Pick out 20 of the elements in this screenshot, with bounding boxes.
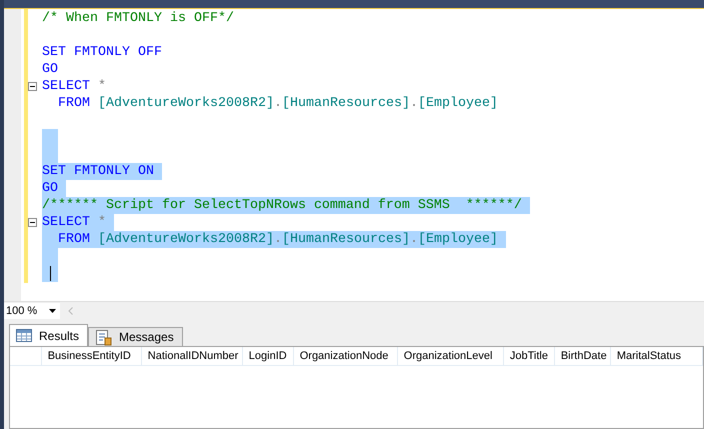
column-header[interactable]: LoginID [242, 347, 294, 365]
collapse-icon[interactable] [28, 82, 37, 91]
column-header[interactable]: BusinessEntityID [42, 347, 142, 365]
grid-icon [16, 329, 32, 342]
code-line: FROM [AdventureWorks2008R2].[HumanResources].[Employee] [56, 95, 499, 112]
code-line: /* When FMTONLY is OFF*/ [42, 10, 235, 27]
code-line: SELECT * [42, 78, 107, 95]
column-header[interactable]: MaritalStatus [610, 347, 704, 365]
collapse-icon[interactable] [28, 218, 37, 227]
code-line: SET FMTONLY OFF [42, 44, 163, 61]
results-tab[interactable]: Messages [88, 327, 183, 346]
column-header[interactable]: JobTitle [504, 347, 555, 365]
column-header[interactable]: NationalIDNumber [142, 347, 243, 365]
column-header[interactable]: OrganizationNode [294, 347, 398, 365]
column-header[interactable]: OrganizationLevel [398, 347, 504, 365]
column-header[interactable]: BirthDate [554, 347, 611, 365]
results-tab[interactable]: Results [9, 324, 88, 346]
zoom-dropdown[interactable]: 100 % [4, 303, 60, 319]
caret-icon [49, 309, 56, 313]
code-line: GO [42, 61, 59, 78]
